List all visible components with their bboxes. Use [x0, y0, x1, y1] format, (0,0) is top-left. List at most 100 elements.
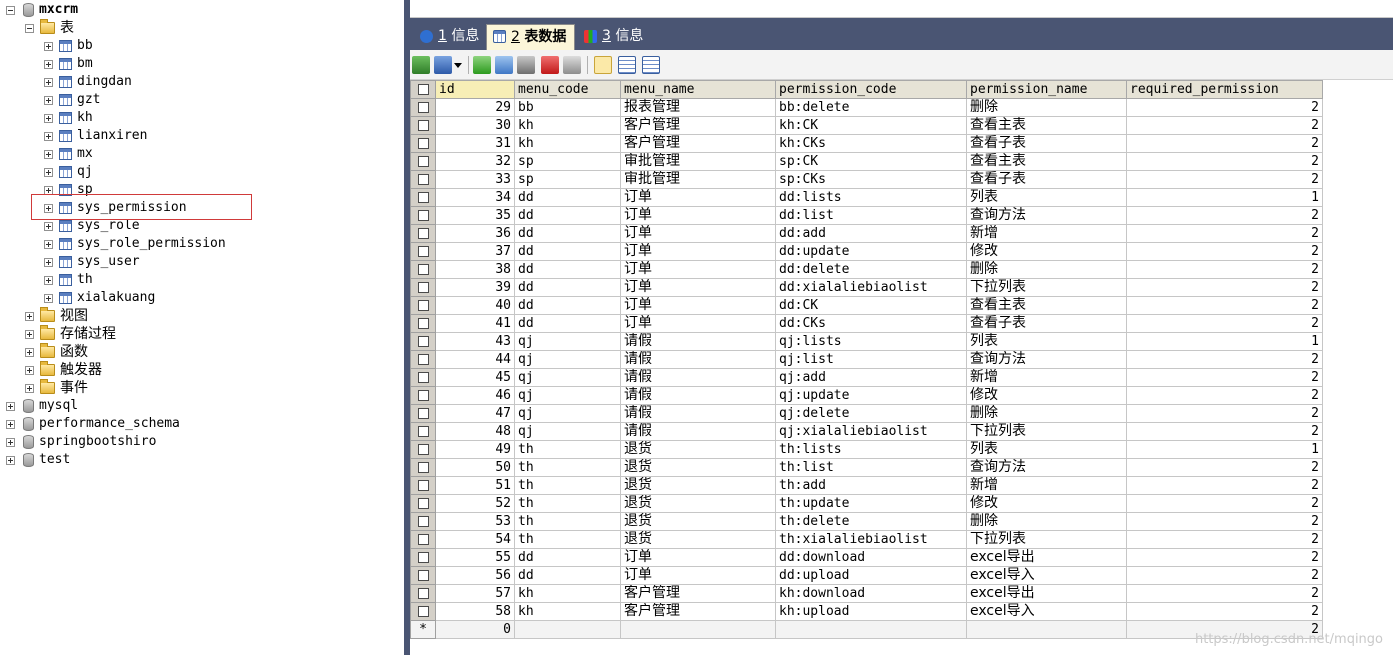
table-row[interactable]: 34 dd 订单 dd:lists 列表 1: [410, 188, 1323, 207]
cell-permission-name[interactable]: 修改: [966, 494, 1127, 513]
duplicate-row-icon[interactable]: [495, 56, 513, 74]
expand-plus-icon[interactable]: [44, 59, 53, 69]
cell-menu-code[interactable]: sp: [514, 170, 621, 189]
cell-id[interactable]: 54: [435, 530, 515, 549]
cell-permission-code[interactable]: sp:CKs: [775, 170, 967, 189]
cell-permission-code[interactable]: bb:delete: [775, 98, 967, 117]
cell-required-permission[interactable]: 2: [1126, 368, 1323, 387]
dropdown-arrow-icon[interactable]: [453, 56, 463, 74]
table-row[interactable]: 35 dd 订单 dd:list 查询方法 2: [410, 206, 1323, 225]
expand-plus-icon[interactable]: [44, 131, 53, 141]
tree-table-dingdan[interactable]: dingdan: [44, 73, 132, 91]
cell-required-permission[interactable]: 2: [1126, 386, 1323, 405]
cell-permission-code[interactable]: qj:list: [775, 350, 967, 369]
column-header-required-permission[interactable]: required_permission: [1126, 80, 1323, 99]
row-checkbox[interactable]: [410, 98, 436, 117]
cell-required-permission[interactable]: 2: [1126, 224, 1323, 243]
cell-required-permission[interactable]: 2: [1126, 296, 1323, 315]
cell-menu-code[interactable]: dd: [514, 188, 621, 207]
cell-menu-name[interactable]: [620, 620, 776, 639]
table-row[interactable]: 31 kh 客户管理 kh:CKs 查看子表 2: [410, 134, 1323, 153]
cell-menu-name[interactable]: 审批管理: [620, 152, 776, 171]
cell-id[interactable]: 38: [435, 260, 515, 279]
cell-permission-name[interactable]: 修改: [966, 242, 1127, 261]
table-row[interactable]: 41 dd 订单 dd:CKs 查看子表 2: [410, 314, 1323, 333]
cell-id[interactable]: 58: [435, 602, 515, 621]
cell-required-permission[interactable]: 2: [1126, 584, 1323, 603]
cell-permission-code[interactable]: dd:xialaliebiaolist: [775, 278, 967, 297]
cell-menu-name[interactable]: 退货: [620, 458, 776, 477]
cell-menu-name[interactable]: 退货: [620, 512, 776, 531]
cell-id[interactable]: 51: [435, 476, 515, 495]
row-checkbox[interactable]: [410, 368, 436, 387]
cell-required-permission[interactable]: 2: [1126, 476, 1323, 495]
expand-plus-icon[interactable]: [44, 95, 53, 105]
cell-permission-name[interactable]: 列表: [966, 332, 1127, 351]
cell-permission-name[interactable]: 新增: [966, 368, 1127, 387]
row-checkbox[interactable]: [410, 584, 436, 603]
cell-menu-code[interactable]: th: [514, 494, 621, 513]
tree-table-th[interactable]: th: [44, 271, 93, 289]
cell-required-permission[interactable]: 2: [1126, 242, 1323, 261]
cell-permission-name[interactable]: 查看主表: [966, 116, 1127, 135]
cell-menu-code[interactable]: dd: [514, 260, 621, 279]
cell-required-permission[interactable]: 2: [1126, 350, 1323, 369]
cell-permission-code[interactable]: th:delete: [775, 512, 967, 531]
cell-menu-code[interactable]: kh: [514, 116, 621, 135]
cancel-icon[interactable]: [563, 56, 581, 74]
cell-menu-name[interactable]: 退货: [620, 494, 776, 513]
expand-plus-icon[interactable]: [6, 419, 15, 429]
cell-permission-code[interactable]: dd:update: [775, 242, 967, 261]
cell-permission-name[interactable]: 查看主表: [966, 296, 1127, 315]
cell-id[interactable]: 33: [435, 170, 515, 189]
cell-menu-name[interactable]: 请假: [620, 386, 776, 405]
cell-menu-name[interactable]: 请假: [620, 350, 776, 369]
cell-permission-code[interactable]: dd:download: [775, 548, 967, 567]
table-row[interactable]: 58 kh 客户管理 kh:upload excel导入 2: [410, 602, 1323, 621]
cell-permission-name[interactable]: [966, 620, 1127, 639]
cell-permission-code[interactable]: th:update: [775, 494, 967, 513]
tree-table-bb[interactable]: bb: [44, 37, 93, 55]
cell-permission-name[interactable]: 查看子表: [966, 170, 1127, 189]
cell-menu-code[interactable]: kh: [514, 584, 621, 603]
table-row[interactable]: 32 sp 审批管理 sp:CK 查看主表 2: [410, 152, 1323, 171]
table-row[interactable]: 30 kh 客户管理 kh:CK 查看主表 2: [410, 116, 1323, 135]
cell-id[interactable]: 56: [435, 566, 515, 585]
cell-required-permission[interactable]: 2: [1126, 548, 1323, 567]
row-checkbox[interactable]: [410, 260, 436, 279]
cell-menu-name[interactable]: 客户管理: [620, 134, 776, 153]
cell-id[interactable]: 0: [435, 620, 515, 639]
table-row[interactable]: 49th 退货 th:lists 列表 1: [410, 440, 1323, 459]
tree-folder-3[interactable]: 触发器: [25, 361, 102, 379]
expand-plus-icon[interactable]: [44, 221, 53, 231]
cell-required-permission[interactable]: 2: [1126, 152, 1323, 171]
cell-required-permission[interactable]: 2: [1126, 566, 1323, 585]
tree-table-mx[interactable]: mx: [44, 145, 93, 163]
cell-permission-code[interactable]: th:list: [775, 458, 967, 477]
row-checkbox[interactable]: [410, 242, 436, 261]
cell-menu-code[interactable]: dd: [514, 224, 621, 243]
cell-permission-name[interactable]: 删除: [966, 512, 1127, 531]
row-checkbox[interactable]: [410, 458, 436, 477]
cell-required-permission[interactable]: 2: [1126, 458, 1323, 477]
tree-table-sys_user[interactable]: sys_user: [44, 253, 140, 271]
column-header-menu-name[interactable]: menu_name: [620, 80, 776, 99]
cell-id[interactable]: 41: [435, 314, 515, 333]
cell-menu-code[interactable]: th: [514, 440, 621, 459]
table-row[interactable]: 56 dd 订单 dd:upload excel导入 2: [410, 566, 1323, 585]
tab-table-data[interactable]: 2 表数据: [486, 24, 576, 50]
cell-id[interactable]: 34: [435, 188, 515, 207]
add-row-icon[interactable]: [473, 56, 491, 74]
cell-menu-name[interactable]: 订单: [620, 566, 776, 585]
cell-menu-name[interactable]: 请假: [620, 332, 776, 351]
row-checkbox[interactable]: [410, 440, 436, 459]
collapse-minus-icon[interactable]: [6, 5, 15, 15]
row-checkbox[interactable]: [410, 566, 436, 585]
cell-menu-code[interactable]: qj: [514, 332, 621, 351]
collapse-minus-icon[interactable]: [25, 23, 34, 33]
cell-id[interactable]: 31: [435, 134, 515, 153]
cell-permission-code[interactable]: dd:delete: [775, 260, 967, 279]
cell-required-permission[interactable]: 2: [1126, 134, 1323, 153]
cell-id[interactable]: 30: [435, 116, 515, 135]
tree-folder-2[interactable]: 函数: [25, 343, 88, 361]
